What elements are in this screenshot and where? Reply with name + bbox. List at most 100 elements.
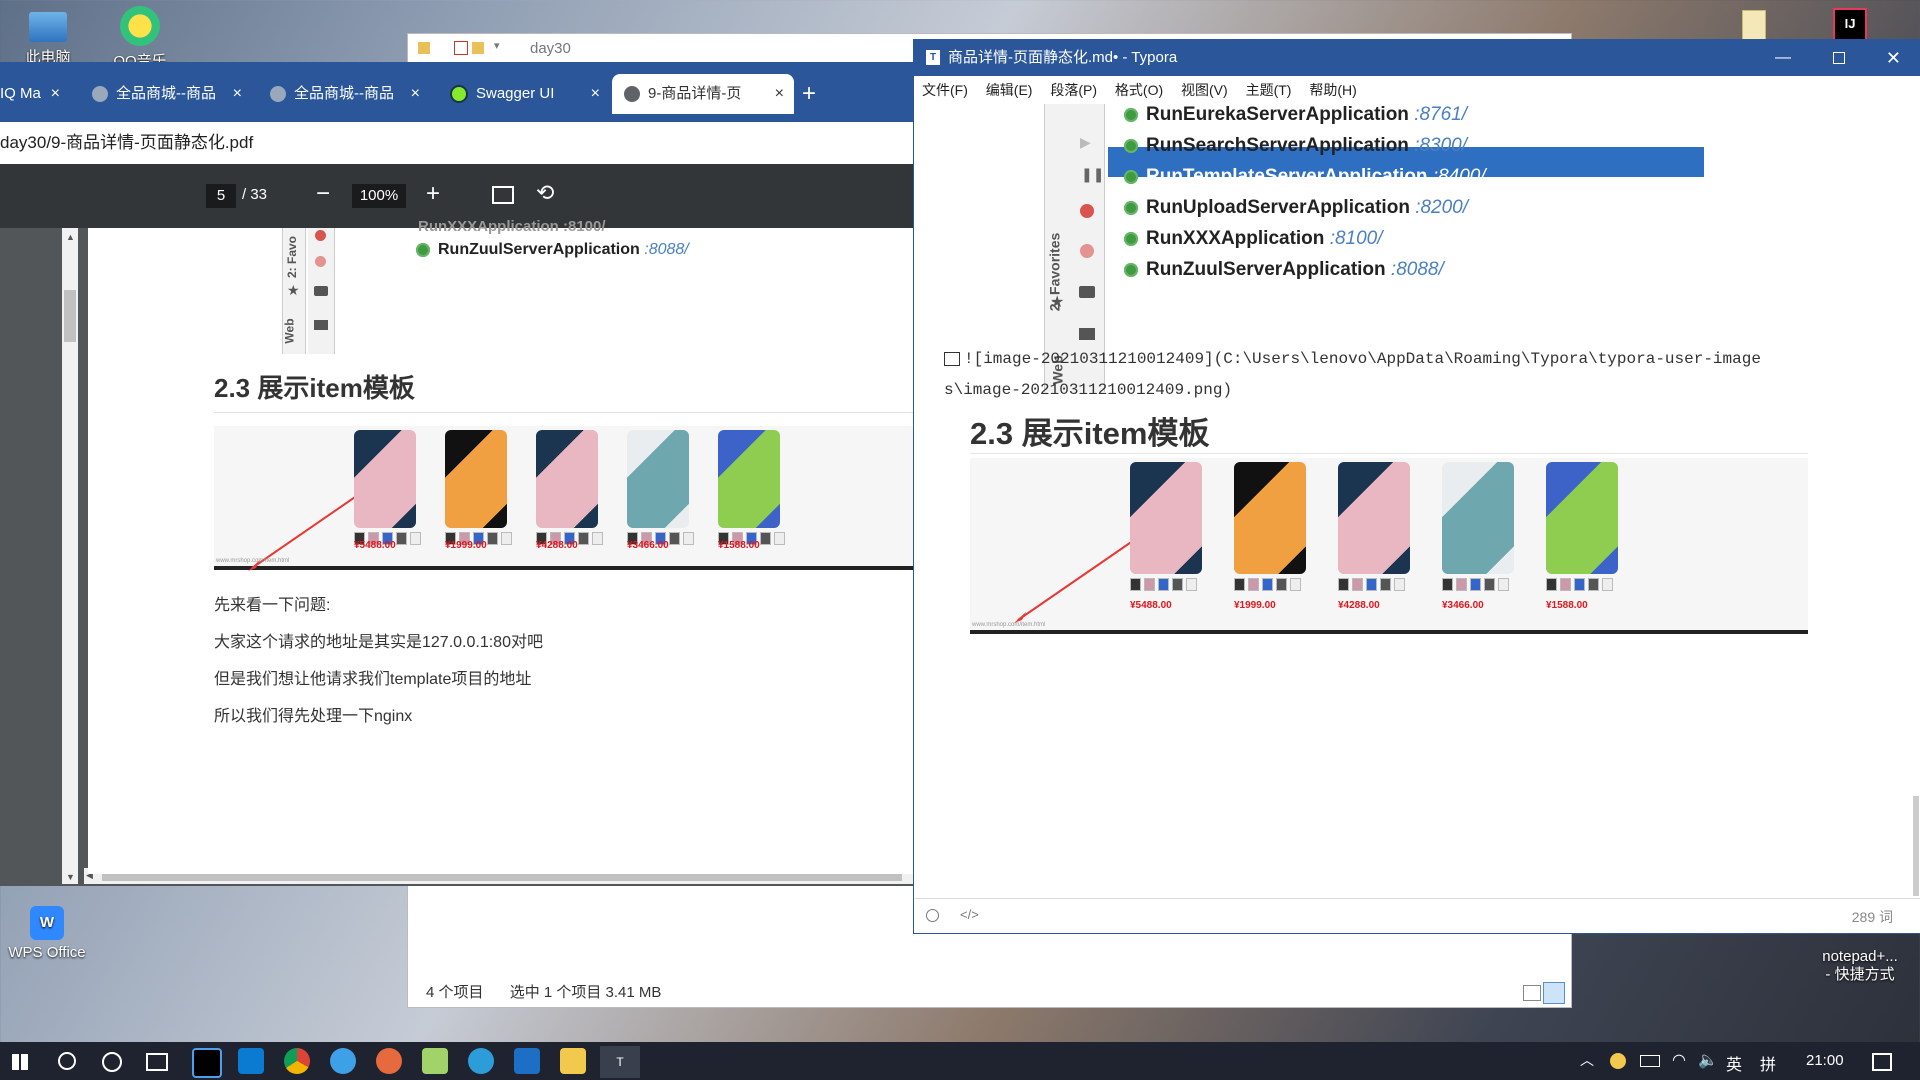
- tray-chevron-icon[interactable]: ︿: [1580, 1050, 1594, 1070]
- zoom-input[interactable]: 100%: [352, 184, 406, 208]
- swatch[interactable]: [1484, 578, 1495, 591]
- swatch[interactable]: [1560, 578, 1571, 591]
- run-config-item[interactable]: RunSearchServerApplication :8300/: [1124, 131, 1467, 161]
- swatch[interactable]: [1456, 578, 1467, 591]
- menu-format[interactable]: 格式(O): [1115, 82, 1163, 98]
- swatch[interactable]: [760, 532, 771, 545]
- large-icons-view-icon[interactable]: [1543, 982, 1565, 1004]
- tab-swagger[interactable]: Swagger UI ×: [446, 74, 610, 114]
- color-swatches[interactable]: [1546, 578, 1616, 595]
- swatch[interactable]: [1588, 578, 1599, 591]
- swatch[interactable]: [1602, 578, 1613, 591]
- close-icon[interactable]: ✕: [1886, 40, 1901, 76]
- swatch[interactable]: [578, 532, 589, 545]
- run-config-item[interactable]: RunTemplateServerApplication :8400/: [1124, 162, 1486, 192]
- scroll-thumb[interactable]: [64, 290, 76, 342]
- file-explorer-icon[interactable]: [560, 1048, 586, 1074]
- typora-taskbar-icon[interactable]: T: [600, 1046, 640, 1078]
- app-icon[interactable]: [376, 1048, 402, 1074]
- remote-app-icon[interactable]: [514, 1048, 540, 1074]
- swatch[interactable]: [1276, 578, 1287, 591]
- minimize-icon[interactable]: —: [1775, 40, 1791, 76]
- source-mode-icon[interactable]: </>: [960, 907, 979, 922]
- ime-language[interactable]: 英: [1726, 1051, 1742, 1075]
- product-image[interactable]: [1338, 462, 1410, 574]
- word-count[interactable]: 289 词: [1852, 907, 1893, 927]
- chrome-icon[interactable]: [284, 1048, 310, 1074]
- swatch[interactable]: [1546, 578, 1557, 591]
- intellij-taskbar-icon[interactable]: [192, 1048, 222, 1078]
- details-view-icon[interactable]: [1523, 985, 1541, 1001]
- menu-view[interactable]: 视图(V): [1181, 82, 1228, 98]
- swatch[interactable]: [592, 532, 603, 545]
- run-config-item[interactable]: RunXXXApplication :8100/: [1124, 224, 1383, 254]
- task-view-icon[interactable]: [146, 1053, 168, 1071]
- product-image[interactable]: [1130, 462, 1202, 574]
- color-swatches[interactable]: [1130, 578, 1200, 595]
- outline-toggle-icon[interactable]: [926, 909, 939, 922]
- clock[interactable]: 21:00: [1806, 1052, 1844, 1069]
- volume-icon[interactable]: 🔈: [1698, 1050, 1718, 1070]
- product-image[interactable]: [718, 430, 780, 528]
- browser-icon[interactable]: [330, 1048, 356, 1074]
- product-image[interactable]: [536, 430, 598, 528]
- swatch[interactable]: [1380, 578, 1391, 591]
- intellij-icon[interactable]: IJ: [1833, 8, 1867, 42]
- close-icon[interactable]: ×: [591, 74, 600, 114]
- tab-mall-1[interactable]: 全品商城--商品 ×: [88, 74, 252, 114]
- vertical-scrollbar[interactable]: ▲ ▼: [62, 228, 78, 884]
- page-number-input[interactable]: 5: [206, 184, 236, 208]
- menu-help[interactable]: 帮助(H): [1309, 82, 1356, 98]
- menu-edit[interactable]: 编辑(E): [986, 82, 1033, 98]
- zoom-out-icon[interactable]: −: [316, 180, 330, 208]
- swatch[interactable]: [1144, 578, 1155, 591]
- color-swatches[interactable]: [1338, 578, 1408, 595]
- cortana-icon[interactable]: [102, 1052, 122, 1072]
- desktop-icon-notepadpp[interactable]: notepad+... - 快捷方式: [1804, 930, 1916, 984]
- swatch[interactable]: [774, 532, 785, 545]
- color-swatches[interactable]: [1442, 578, 1512, 595]
- swatch[interactable]: [1394, 578, 1405, 591]
- start-windows-icon[interactable]: [12, 1054, 28, 1070]
- swatch[interactable]: [1290, 578, 1301, 591]
- run-config-item[interactable]: RunUploadServerApplication :8200/: [1124, 193, 1468, 223]
- close-icon[interactable]: ×: [51, 74, 60, 114]
- scroll-down-icon[interactable]: ▼: [66, 872, 75, 882]
- swatch[interactable]: [1442, 578, 1453, 591]
- menu-theme[interactable]: 主题(T): [1246, 82, 1292, 98]
- close-icon[interactable]: ×: [775, 74, 784, 114]
- desktop-file-icon[interactable]: [1742, 10, 1766, 42]
- product-image[interactable]: [627, 430, 689, 528]
- tray-app-icon[interactable]: [1610, 1053, 1626, 1069]
- swatch[interactable]: [1130, 578, 1141, 591]
- desktop-icon-wps[interactable]: W WPS Office: [0, 906, 94, 961]
- swatch[interactable]: [501, 532, 512, 545]
- close-icon[interactable]: ×: [233, 74, 242, 114]
- swatch[interactable]: [396, 532, 407, 545]
- product-image[interactable]: [1546, 462, 1618, 574]
- url-bar[interactable]: day30/9-商品详情-页面静态化.pdf: [0, 122, 915, 164]
- swatch[interactable]: [1498, 578, 1509, 591]
- swatch[interactable]: [1234, 578, 1245, 591]
- editor-scrollbar-thumb[interactable]: [1913, 796, 1919, 896]
- battery-icon[interactable]: [1640, 1055, 1660, 1067]
- swatch[interactable]: [1186, 578, 1197, 591]
- tab-mall-2[interactable]: 全品商城--商品 ×: [266, 74, 430, 114]
- notepadpp-taskbar-icon[interactable]: [422, 1048, 448, 1074]
- close-icon[interactable]: ×: [411, 74, 420, 114]
- color-swatches[interactable]: [1234, 578, 1304, 595]
- swatch[interactable]: [410, 532, 421, 545]
- tab-pdf[interactable]: 9-商品详情-页 ×: [612, 74, 794, 114]
- zoom-in-icon[interactable]: +: [426, 180, 440, 208]
- run-config-item[interactable]: RunEurekaServerApplication :8761/: [1124, 100, 1467, 130]
- product-image[interactable]: [354, 430, 416, 528]
- run-config-item[interactable]: RunZuulServerApplication :8088/: [1124, 255, 1444, 285]
- menu-file[interactable]: 文件(F): [922, 82, 968, 98]
- fit-page-icon[interactable]: [492, 186, 514, 204]
- wifi-icon[interactable]: ◠: [1672, 1050, 1686, 1070]
- swatch[interactable]: [669, 532, 680, 545]
- swatch[interactable]: [1470, 578, 1481, 591]
- swatch[interactable]: [1574, 578, 1585, 591]
- new-tab-button[interactable]: +: [802, 74, 826, 114]
- maximize-icon[interactable]: [1833, 52, 1845, 64]
